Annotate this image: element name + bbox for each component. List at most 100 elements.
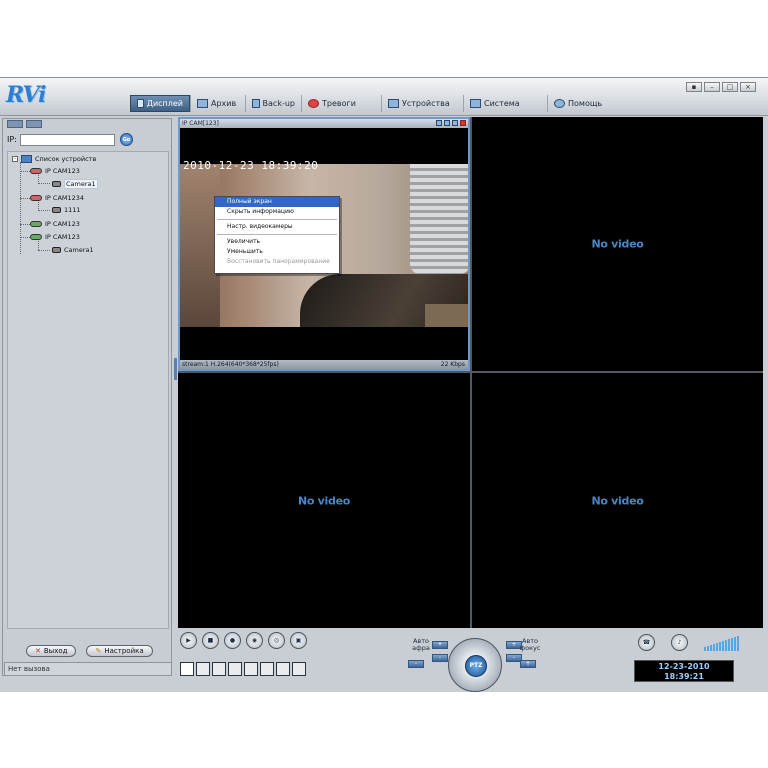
auto-focus-label: Авто фокус — [518, 638, 542, 652]
tree-device[interactable]: IP CAM123 — [30, 233, 80, 241]
tab-display[interactable]: Дисплей — [130, 95, 190, 112]
tab-label: Тревоги — [322, 99, 356, 108]
talk-icon[interactable]: ☎ — [638, 634, 655, 651]
menu-zoom-out[interactable]: Уменьшить — [215, 247, 339, 257]
play-icon[interactable]: ▶ — [180, 632, 197, 649]
aperture-minus-button[interactable]: - — [432, 654, 448, 662]
minimize-button[interactable]: – — [704, 82, 720, 92]
layout-8-icon[interactable] — [228, 662, 242, 676]
clock-date: 12-23-2010 — [658, 662, 710, 671]
ip-search-row: IP: Go — [7, 133, 133, 146]
camera-title-bar: IP CAM[123] — [180, 119, 468, 128]
context-menu: Полный экран Скрыть информацию Настр. ви… — [214, 196, 340, 274]
layout-fill-icon[interactable] — [292, 662, 306, 676]
layout-16-icon[interactable] — [260, 662, 274, 676]
status-bar: Нет вызова — [4, 662, 172, 676]
record-button-icon[interactable]: ● — [224, 632, 241, 649]
layout-buttons — [180, 662, 306, 676]
menu-hide-info[interactable]: Скрыть информацию — [215, 207, 339, 217]
tab-label: Back-up — [262, 99, 295, 108]
menu-separator — [217, 234, 337, 235]
layout-1-icon[interactable] — [180, 662, 194, 676]
collapse-icon[interactable]: - — [12, 156, 18, 162]
camera-title-icons — [436, 120, 466, 126]
system-icon — [470, 99, 481, 108]
menu-zoom-in[interactable]: Увеличить — [215, 237, 339, 247]
group-list-tab[interactable] — [26, 120, 42, 128]
panel-tabs — [3, 119, 171, 129]
zoom-plus-button[interactable]: + — [520, 660, 536, 668]
tab-label: Архив — [211, 99, 237, 108]
no-video-label: No video — [591, 237, 644, 251]
tree-device[interactable]: IP CAM1234 — [30, 194, 84, 202]
tab-alarms[interactable]: Тревоги — [301, 95, 381, 112]
tree-channel[interactable]: 1111 — [52, 206, 81, 214]
layout-9-icon[interactable] — [244, 662, 258, 676]
device-label: IP CAM123 — [45, 233, 80, 241]
ip-input[interactable] — [19, 133, 115, 146]
audio-icon[interactable] — [452, 120, 458, 126]
close-stream-icon[interactable] — [460, 120, 466, 126]
video-cell-1[interactable]: IP CAM[123] 2010-12-23 18:39:20 Полный э… — [178, 117, 470, 371]
tab-system[interactable]: Система — [463, 95, 547, 112]
device-icon — [388, 99, 399, 108]
video-cell-3[interactable]: No video — [178, 373, 470, 628]
record-icon[interactable] — [436, 120, 442, 126]
go-button[interactable]: Go — [119, 133, 133, 146]
layout-custom-icon[interactable] — [276, 662, 290, 676]
video-cell-2[interactable]: No video — [472, 117, 763, 371]
channel-label: 1111 — [64, 206, 81, 214]
ptz-direction-ring[interactable]: PTZ — [448, 638, 502, 692]
stop-icon[interactable]: ■ — [202, 632, 219, 649]
osd-timestamp: 2010-12-23 18:39:20 — [183, 159, 319, 172]
camera-icon — [52, 247, 61, 253]
volume-meter[interactable] — [704, 635, 739, 651]
volume-icon[interactable]: ♪ — [671, 634, 688, 651]
device-list-tab[interactable] — [7, 120, 23, 128]
help-icon — [554, 99, 565, 108]
settings-label: Настройка — [104, 647, 144, 655]
audio-button-icon[interactable]: ◉ — [246, 632, 263, 649]
camera-icon — [52, 207, 61, 213]
layout-6-icon[interactable] — [212, 662, 226, 676]
auto-aperture-label: Авто афра — [410, 638, 432, 652]
tree-root[interactable]: - Список устройств — [12, 155, 96, 163]
device-panel: IP: Go - Список устройств IP CAM123 Came… — [2, 118, 172, 676]
tree-channel[interactable]: Camera1 — [52, 246, 94, 254]
tab-help[interactable]: Помощь — [547, 95, 627, 112]
snapshot-icon[interactable] — [444, 120, 450, 126]
menu-camera-settings[interactable]: Настр. видеокамеры — [215, 222, 339, 232]
menu-fullscreen[interactable]: Полный экран — [215, 197, 339, 207]
tree-root-label: Список устройств — [35, 155, 97, 163]
settings-button[interactable]: ✎ Настройка — [86, 645, 153, 657]
video-cell-4[interactable]: No video — [472, 373, 763, 628]
fullscreen-button-icon[interactable]: ▣ — [290, 632, 307, 649]
ptz-center-button[interactable]: PTZ — [465, 655, 487, 677]
zoom-minus-button[interactable]: - — [408, 660, 424, 668]
snapshot-button-icon[interactable]: ◎ — [268, 632, 285, 649]
tree-device[interactable]: IP CAM123 — [30, 220, 80, 228]
maximize-button[interactable]: □ — [722, 82, 738, 92]
stream-info: stream:1 H.264(640*368*25fps) — [182, 361, 279, 368]
stream-info-bar: stream:1 H.264(640*368*25fps) 22 Kbps — [180, 360, 468, 369]
layout-4-icon[interactable] — [196, 662, 210, 676]
alarm-icon — [308, 99, 319, 108]
no-video-label: No video — [297, 494, 351, 507]
tab-backup[interactable]: Back-up — [245, 95, 301, 112]
channel-label: Camera1 — [64, 179, 98, 189]
close-button[interactable]: × — [740, 82, 756, 92]
lock-icon[interactable]: ▪ — [686, 82, 702, 92]
tab-archive[interactable]: Архив — [190, 95, 245, 112]
aperture-plus-button[interactable]: + — [432, 641, 448, 649]
main-tabs: Дисплей Архив Back-up Тревоги Устройства… — [130, 95, 627, 113]
exit-button[interactable]: ✕ Выход — [26, 645, 77, 657]
rvi-logo: RVi — [6, 82, 47, 108]
tree-channel[interactable]: Camera1 — [52, 179, 98, 189]
tab-devices[interactable]: Устройства — [381, 95, 463, 112]
tree-device[interactable]: IP CAM123 — [30, 167, 80, 175]
menu-restore-pan: Восстановить панорамирование — [227, 258, 330, 265]
camera-title: IP CAM[123] — [182, 120, 219, 127]
tab-label: Устройства — [402, 99, 450, 108]
panel-splitter[interactable] — [174, 358, 177, 380]
tab-label: Дисплей — [146, 99, 183, 108]
